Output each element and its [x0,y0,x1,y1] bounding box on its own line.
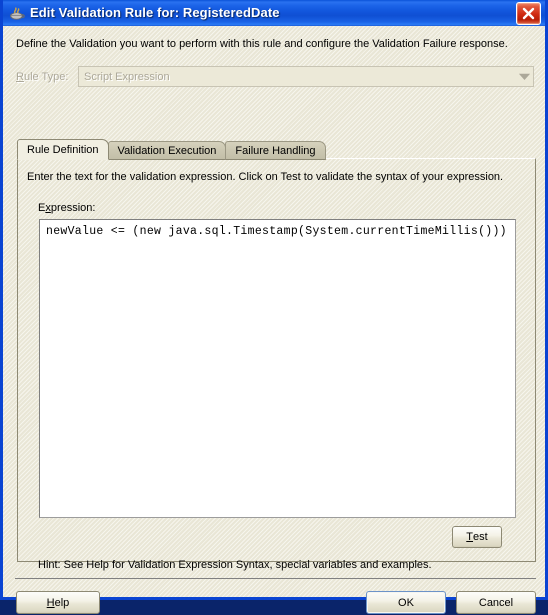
rule-type-select[interactable]: Script Expression [78,66,534,87]
dialog-footer: Help OK Cancel [3,585,545,615]
expression-label: Expression: [38,202,96,214]
footer-divider [15,578,536,579]
tab-rule-definition-label: Rule Definition [27,143,99,156]
cancel-button[interactable]: Cancel [456,591,536,614]
hint-text: Hint: See Help for Validation Expression… [38,559,432,571]
cancel-button-label: Cancel [478,596,514,609]
tab-rule-definition[interactable]: Rule Definition [17,139,109,160]
test-button-mnemonic: T [466,531,474,543]
test-button[interactable]: Test [452,526,502,548]
window-title: Edit Validation Rule for: RegisteredDate [30,5,280,20]
edit-validation-rule-dialog: Edit Validation Rule for: RegisteredDate… [0,0,548,614]
expression-text: newValue <= (new java.sql.Timestamp(Syst… [46,225,507,238]
chevron-down-icon [516,67,533,86]
tab-failure-handling[interactable]: Failure Handling [225,141,326,160]
title-bar[interactable]: Edit Validation Rule for: RegisteredDate [3,0,545,26]
rule-type-row: Rule Type: Script Expression [16,66,534,87]
tab-failure-handling-label: Failure Handling [235,144,316,157]
tab-validation-execution-label: Validation Execution [117,144,217,157]
dialog-intro-text: Define the Validation you want to perfor… [16,38,508,50]
close-icon[interactable] [516,1,541,25]
rule-definition-panel: Enter the text for the validation expres… [17,158,536,571]
help-button-mnemonic: H [46,596,55,609]
dialog-content: Define the Validation you want to perfor… [3,26,545,614]
java-coffee-cup-icon [8,4,26,22]
rule-type-label: Rule Type: [16,70,69,83]
ok-button-label: OK [398,596,414,609]
rule-type-value: Script Expression [84,70,170,83]
panel-instruction-text: Enter the text for the validation expres… [27,171,504,183]
expression-input[interactable]: newValue <= (new java.sql.Timestamp(Syst… [39,219,516,518]
tab-validation-execution[interactable]: Validation Execution [107,141,227,160]
tab-strip: Rule Definition Validation Execution Fai… [17,139,326,160]
ok-button[interactable]: OK [366,591,446,614]
help-button[interactable]: Help [16,591,100,614]
